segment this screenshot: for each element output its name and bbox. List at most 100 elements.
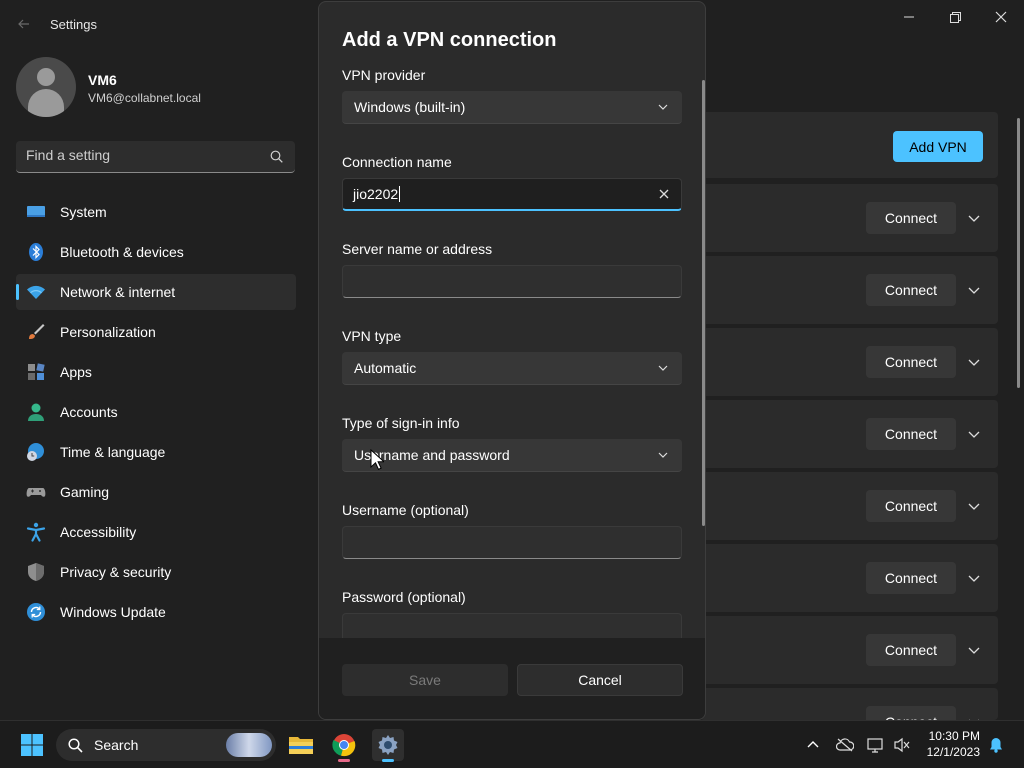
add-vpn-button[interactable]: Add VPN: [893, 131, 983, 162]
network-tray[interactable]: [866, 735, 886, 755]
sidebar-item-apps[interactable]: Apps: [16, 354, 296, 390]
sidebar-item-label: Bluetooth & devices: [60, 244, 184, 260]
vpn-provider-value: Windows (built-in): [354, 99, 466, 115]
sidebar-item-label: Apps: [60, 364, 92, 380]
chevron-down-icon: [658, 365, 668, 371]
vpn-row: Connect: [700, 184, 998, 252]
vpn-row: Connect: [700, 256, 998, 324]
person-icon: [28, 403, 44, 421]
show-hidden-icons-button[interactable]: [803, 735, 823, 755]
sidebar-item-windows-update[interactable]: Windows Update: [16, 594, 296, 630]
wifi-icon: [27, 285, 45, 299]
taskbar: Search 10:30 PM 12/1/2023: [0, 720, 1024, 768]
taskbar-chrome[interactable]: [328, 729, 360, 762]
sidebar-item-privacy[interactable]: Privacy & security: [16, 554, 296, 590]
back-arrow-icon: [18, 19, 29, 29]
chrome-icon: [332, 734, 356, 757]
clock-date[interactable]: 12/1/2023: [920, 745, 980, 759]
chevron-down-icon: [658, 452, 668, 458]
sidebar-item-accounts[interactable]: Accounts: [16, 394, 296, 430]
chevron-down-icon[interactable]: [968, 356, 980, 368]
search-icon[interactable]: [270, 150, 283, 163]
connection-name-field[interactable]: jio2202: [342, 178, 682, 211]
vpn-row: Connect: [700, 472, 998, 540]
close-icon: [995, 11, 1007, 23]
connect-button[interactable]: Connect: [866, 562, 956, 594]
chrome-running-indicator: [338, 759, 350, 762]
connect-button[interactable]: Connect: [866, 634, 956, 666]
back-button[interactable]: [12, 12, 36, 36]
vpn-row: Connect: [700, 688, 998, 720]
vpn-provider-label: VPN provider: [342, 67, 426, 83]
save-button[interactable]: Save: [342, 664, 508, 696]
sidebar-item-accessibility[interactable]: Accessibility: [16, 514, 296, 550]
settings-running-indicator: [382, 759, 394, 762]
vpn-type-dropdown[interactable]: Automatic: [342, 352, 682, 385]
clock-time[interactable]: 10:30 PM: [920, 729, 980, 743]
chevron-down-icon[interactable]: [968, 428, 980, 440]
vpn-type-value: Automatic: [354, 360, 417, 376]
sidebar-item-label: Time & language: [60, 444, 166, 460]
chevron-down-icon[interactable]: [968, 212, 980, 224]
username-field[interactable]: [342, 526, 682, 559]
chevron-down-icon[interactable]: [968, 644, 980, 656]
search-input[interactable]: [26, 147, 256, 163]
restore-icon: [949, 11, 961, 23]
connect-button[interactable]: Connect: [866, 202, 956, 234]
chevron-down-icon[interactable]: [968, 284, 980, 296]
network-icon: [867, 738, 883, 753]
vpn-type-label: VPN type: [342, 328, 402, 344]
connect-button[interactable]: Connect: [866, 274, 956, 306]
settings-gear-icon: [378, 735, 398, 755]
chevron-down-icon[interactable]: [968, 572, 980, 584]
server-label: Server name or address: [342, 241, 493, 257]
sidebar-item-system[interactable]: System: [16, 194, 296, 230]
minimize-button[interactable]: [886, 6, 932, 28]
app-title: Settings: [50, 17, 97, 32]
signin-type-dropdown[interactable]: Username and password: [342, 439, 682, 472]
restore-button[interactable]: [932, 6, 978, 28]
taskbar-search[interactable]: Search: [56, 729, 276, 761]
page-scrollbar[interactable]: [1017, 118, 1020, 388]
close-button[interactable]: [978, 6, 1024, 28]
apps-icon: [28, 363, 45, 380]
sidebar-item-gaming[interactable]: Gaming: [16, 474, 296, 510]
vpn-row: Connect: [700, 544, 998, 612]
text-caret: [399, 186, 401, 202]
mouse-cursor-icon: [370, 449, 384, 470]
shield-icon: [28, 563, 44, 581]
taskbar-file-explorer[interactable]: [285, 729, 317, 761]
vpn-provider-dropdown[interactable]: Windows (built-in): [342, 91, 682, 124]
sidebar-item-label: Accessibility: [60, 524, 137, 540]
accessibility-icon: [26, 522, 46, 542]
sidebar-item-network[interactable]: Network & internet: [16, 274, 296, 310]
cancel-button[interactable]: Cancel: [517, 664, 683, 696]
connect-button[interactable]: Connect: [866, 490, 956, 522]
taskbar-settings[interactable]: [372, 729, 404, 762]
onedrive-tray[interactable]: [835, 735, 855, 755]
clear-icon[interactable]: [657, 187, 671, 201]
connect-button[interactable]: Connect: [866, 706, 956, 720]
connect-button[interactable]: Connect: [866, 418, 956, 450]
windows-start-icon[interactable]: [20, 733, 44, 757]
settings-search[interactable]: [16, 141, 295, 173]
chevron-down-icon: [658, 104, 668, 110]
vpn-row: Connect: [700, 400, 998, 468]
sidebar-item-time-language[interactable]: Time & language: [16, 434, 296, 470]
chevron-down-icon[interactable]: [968, 500, 980, 512]
volume-tray[interactable]: [892, 735, 912, 755]
bluetooth-icon: [29, 243, 43, 261]
notifications-button[interactable]: [986, 735, 1006, 755]
globe-clock-icon: [27, 443, 44, 461]
sidebar-item-personalization[interactable]: Personalization: [16, 314, 296, 350]
brush-icon: [29, 324, 45, 339]
volume-muted-icon: [894, 737, 910, 753]
profile-email: VM6@collabnet.local: [88, 91, 201, 105]
user-profile[interactable]: VM6 VM6@collabnet.local: [16, 57, 306, 117]
connect-button[interactable]: Connect: [866, 346, 956, 378]
password-label: Password (optional): [342, 589, 466, 605]
dialog-scrollbar[interactable]: [702, 80, 705, 526]
sidebar-item-bluetooth[interactable]: Bluetooth & devices: [16, 234, 296, 270]
update-icon: [27, 603, 45, 621]
server-field[interactable]: [342, 265, 682, 298]
